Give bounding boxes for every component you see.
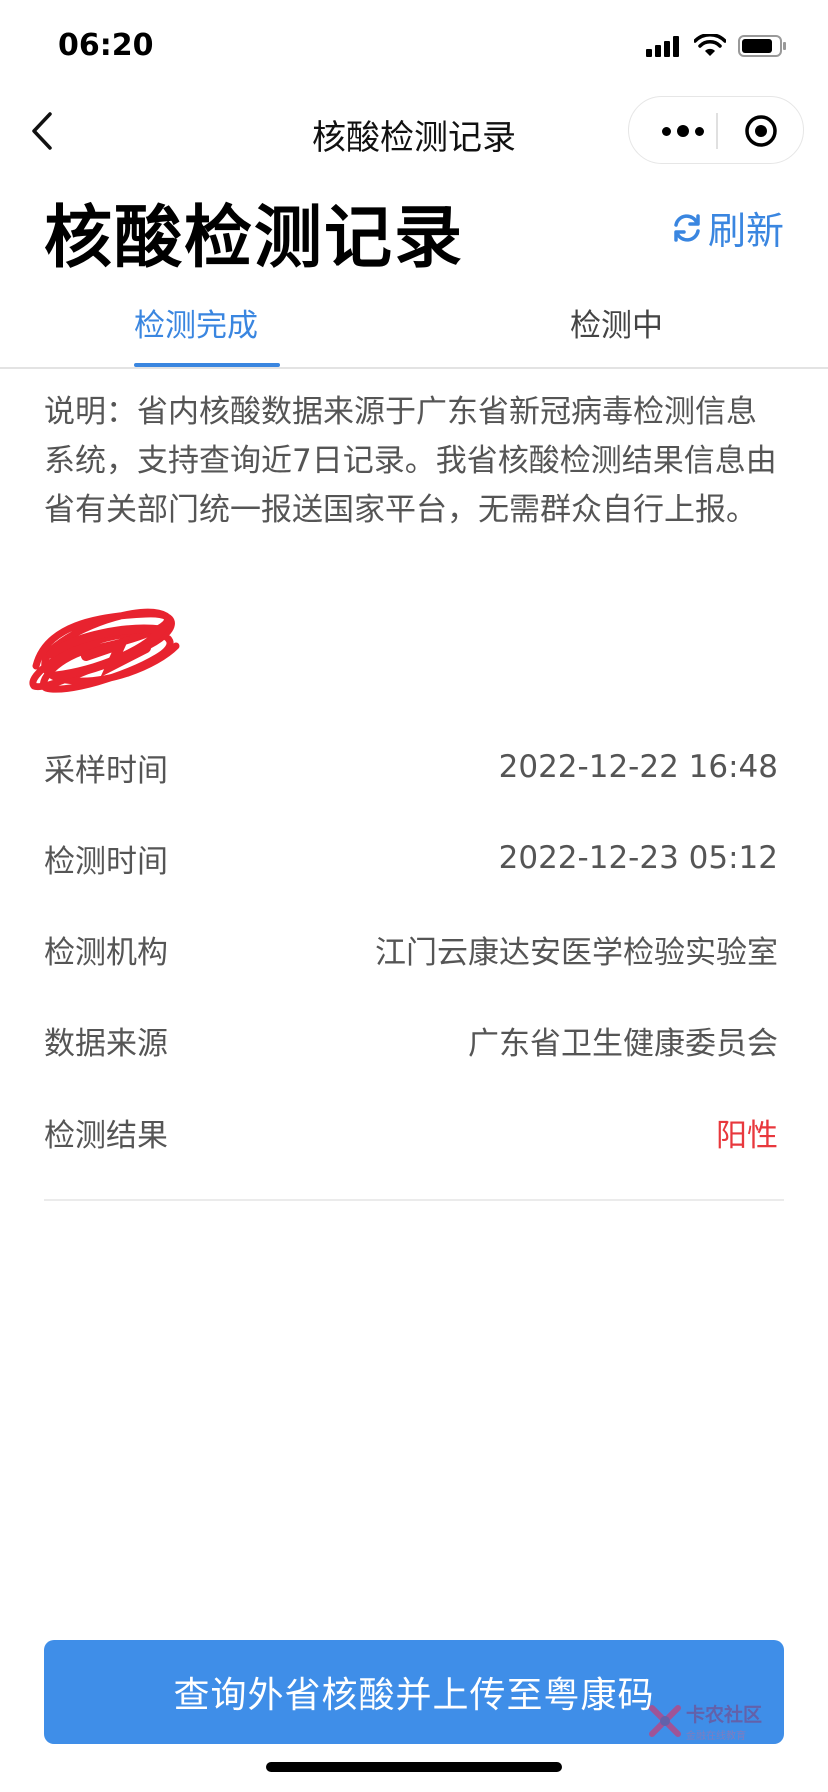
refresh-button[interactable]: 刷新	[670, 200, 784, 255]
info-row-test-time: 检测时间 2022-12-23 05:12	[44, 833, 778, 883]
battery-icon	[738, 35, 786, 57]
data-source-note: 说明：省内核酸数据来源于广东省新冠病毒检测信息系统，支持查询近7日记录。我省核酸…	[44, 394, 777, 528]
watermark-subtitle: 金融在线教育	[686, 1731, 746, 1742]
home-indicator	[266, 1762, 562, 1772]
refresh-label: 刷新	[707, 209, 784, 253]
tab-completed[interactable]: 检测完成	[134, 300, 258, 345]
info-row-data-source: 数据来源 广东省卫生健康委员会	[44, 1015, 778, 1065]
more-options-icon[interactable]	[651, 119, 715, 143]
watermark-text-block: 卡农社区 金融在线教育	[686, 1700, 762, 1742]
close-target-icon[interactable]	[743, 113, 779, 149]
info-value: 2022-12-22 16:48	[498, 749, 778, 785]
info-label: 检测时间	[44, 843, 168, 880]
refresh-icon	[674, 213, 700, 242]
signal-icon	[646, 36, 679, 57]
redaction-scribble	[29, 608, 180, 693]
info-label: 检测结果	[44, 1117, 168, 1154]
tabs-divider	[0, 367, 828, 369]
status-time: 06:20	[58, 28, 154, 63]
wifi-icon	[694, 34, 726, 56]
status-icons	[646, 34, 788, 58]
watermark-title: 卡农社区	[686, 1704, 763, 1726]
tab-in-progress[interactable]: 检测中	[570, 300, 663, 345]
info-label: 检测机构	[44, 934, 168, 971]
mini-program-capsule	[628, 96, 804, 164]
info-row-sample-time: 采样时间 2022-12-22 16:48	[44, 742, 778, 792]
info-value: 江门云康达安医学检验实验室	[375, 934, 778, 971]
capsule-divider	[716, 113, 718, 149]
watermark-logo-icon	[649, 1705, 681, 1737]
test-result-value: 阳性	[716, 1117, 778, 1154]
page-title: 核酸检测记录	[44, 199, 465, 278]
info-label: 数据来源	[44, 1025, 168, 1062]
info-value: 2022-12-23 05:12	[498, 840, 778, 876]
info-value: 广东省卫生健康委员会	[468, 1025, 778, 1062]
info-label: 采样时间	[44, 752, 168, 789]
info-row-institution: 检测机构 江门云康达安医学检验实验室	[44, 924, 778, 974]
watermark: 卡农社区 金融在线教育	[648, 1700, 762, 1742]
info-row-test-result: 检测结果 阳性	[44, 1107, 778, 1157]
record-divider	[44, 1199, 784, 1201]
